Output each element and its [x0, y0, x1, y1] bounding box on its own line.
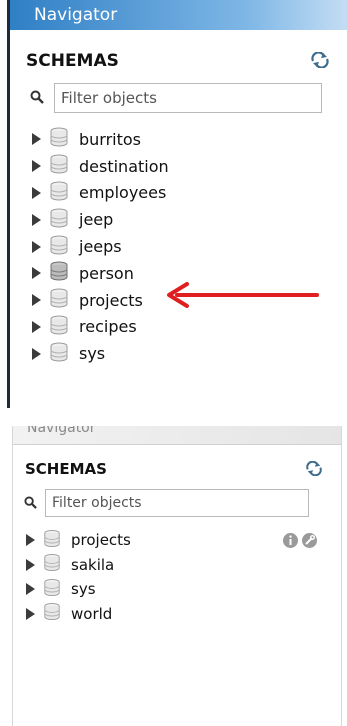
expand-arrow-icon[interactable]: [32, 160, 41, 173]
schema-label: recipes: [79, 317, 137, 337]
schema-item-world[interactable]: world: [26, 602, 131, 627]
database-icon: [49, 288, 69, 312]
database-icon: [49, 315, 69, 339]
wrench-icon[interactable]: [301, 532, 318, 553]
database-icon: [49, 127, 69, 151]
schema-tree-bottom: projects sakila sys world: [26, 528, 131, 626]
database-icon: [49, 181, 69, 205]
expand-arrow-icon[interactable]: [26, 534, 35, 547]
navigator-title: Navigator: [27, 426, 96, 436]
expand-arrow-icon[interactable]: [32, 213, 41, 226]
navigator-header: Navigator: [13, 426, 341, 445]
schemas-header: SCHEMAS: [13, 445, 341, 485]
red-arrow-icon: [163, 280, 321, 314]
search-icon: [30, 89, 44, 108]
schema-item-recipes[interactable]: recipes: [32, 314, 169, 341]
database-icon: [49, 342, 69, 366]
expand-arrow-icon[interactable]: [26, 583, 35, 596]
schema-label: projects: [79, 290, 143, 310]
schema-item-projects[interactable]: projects: [26, 528, 131, 553]
database-icon: [49, 208, 69, 232]
filter-objects-input[interactable]: [45, 489, 309, 517]
database-icon: [43, 529, 61, 552]
schema-label: sakila: [71, 555, 115, 574]
refresh-icon[interactable]: [305, 460, 323, 480]
schema-label: world: [71, 604, 113, 623]
schema-item-destination[interactable]: destination: [32, 153, 169, 180]
expand-arrow-icon[interactable]: [32, 294, 41, 307]
expand-arrow-icon[interactable]: [32, 186, 41, 199]
schema-label: sys: [79, 344, 106, 364]
database-icon: [43, 553, 61, 576]
filter-row-bottom: [24, 489, 309, 517]
info-icon[interactable]: [282, 532, 299, 553]
schema-label: sys: [71, 580, 96, 599]
database-icon: [49, 261, 69, 285]
schema-item-burritos[interactable]: burritos: [32, 126, 169, 153]
schema-item-jeep[interactable]: jeep: [32, 206, 169, 233]
row-actions: [282, 532, 318, 553]
navigator-header: Navigator: [10, 0, 347, 30]
schema-item-sys[interactable]: sys: [26, 577, 131, 602]
navigator-title: Navigator: [34, 5, 118, 25]
schemas-title: SCHEMAS: [26, 51, 119, 71]
expand-arrow-icon[interactable]: [32, 133, 41, 146]
expand-arrow-icon[interactable]: [32, 240, 41, 253]
schema-item-projects[interactable]: projects: [32, 287, 169, 314]
schema-label: employees: [79, 183, 167, 203]
database-icon: [49, 235, 69, 259]
expand-arrow-icon[interactable]: [26, 607, 35, 620]
schema-item-sys[interactable]: sys: [32, 340, 169, 367]
filter-objects-input[interactable]: [54, 83, 322, 113]
schema-label: destination: [79, 156, 169, 176]
search-icon: [24, 494, 37, 513]
database-icon: [43, 578, 61, 601]
schemas-title: SCHEMAS: [25, 460, 107, 478]
filter-row-top: [30, 83, 322, 113]
database-icon: [43, 602, 61, 625]
database-icon: [49, 154, 69, 178]
schema-label: burritos: [79, 129, 142, 149]
refresh-icon[interactable]: [310, 51, 330, 72]
schema-label: jeeps: [79, 237, 122, 257]
schema-item-person[interactable]: person: [32, 260, 169, 287]
schema-item-sakila[interactable]: sakila: [26, 553, 131, 578]
schema-label: jeep: [79, 210, 114, 230]
schema-tree-top: burritos destination employees jeep jeep…: [32, 126, 169, 367]
schemas-header: SCHEMAS: [10, 30, 347, 72]
schema-label: projects: [71, 531, 131, 550]
expand-arrow-icon[interactable]: [32, 320, 41, 333]
schema-item-jeeps[interactable]: jeeps: [32, 233, 169, 260]
expand-arrow-icon[interactable]: [32, 267, 41, 280]
schema-item-employees[interactable]: employees: [32, 180, 169, 207]
schema-label: person: [79, 263, 134, 283]
expand-arrow-icon[interactable]: [26, 558, 35, 571]
expand-arrow-icon[interactable]: [32, 347, 41, 360]
